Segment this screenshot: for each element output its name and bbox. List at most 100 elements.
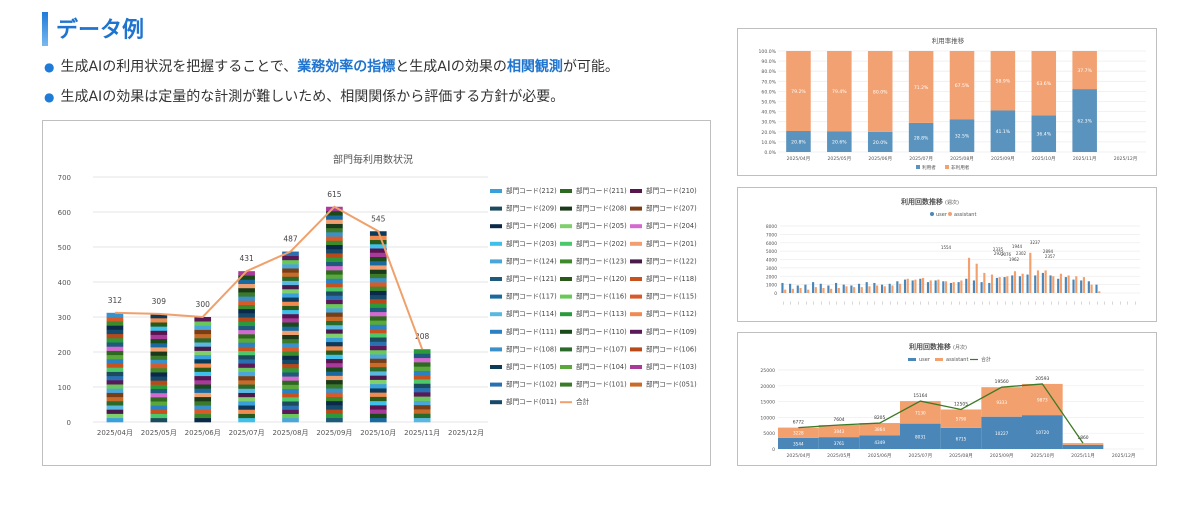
bar-segment — [106, 371, 124, 377]
bar-segment — [326, 274, 343, 279]
bar-segment — [106, 409, 124, 414]
legend-label: 部門コード(205) — [576, 221, 627, 230]
bar-segment — [282, 355, 299, 360]
bar-assistant — [1052, 276, 1055, 293]
bar-segment — [194, 354, 212, 360]
legend-swatch — [560, 365, 572, 369]
legend-label: 部門コード(102) — [506, 380, 557, 389]
legend-swatch — [490, 312, 502, 317]
bar-segment — [282, 343, 299, 348]
bar-segment — [238, 363, 255, 368]
bar-segment — [150, 397, 168, 402]
bar-assistant — [914, 279, 917, 293]
bar-segment — [150, 338, 168, 344]
total-label: 309 — [152, 297, 167, 306]
bar-segment — [194, 350, 212, 356]
title-accent-bar — [42, 12, 48, 46]
bar-segment — [194, 417, 212, 423]
legend-swatch — [560, 329, 572, 334]
bar-segment — [282, 272, 299, 277]
usage-rate-chart-panel: 利用率推移 0.0% 10.0% 20.0% 30.0% 40.0% 50.0% 60.0% 7… — [737, 28, 1157, 176]
bar-segment — [326, 295, 343, 300]
bar-segment — [238, 300, 255, 305]
dept-usage-chart-panel: 部門毎利用数状況 0 100 200 300 400 500 600 700 2025/04月 31… — [42, 120, 711, 466]
bar-segment — [238, 342, 255, 347]
x-tick-label: — — [896, 301, 900, 305]
y-tick-label: 30.0% — [761, 120, 776, 126]
bar-user — [903, 279, 907, 293]
y-tick-label: 500 — [58, 244, 71, 252]
bar-segment — [282, 334, 299, 340]
legend-label: 非利用者 — [951, 164, 970, 171]
bullet-1: ● 生成AIの利用状況を把握することで、業務効率の指標と生成AIの効果の相関観測が… — [44, 56, 619, 76]
bar-segment — [369, 371, 387, 376]
data-label: 2925 — [994, 251, 1005, 256]
bar-user — [796, 285, 799, 293]
bar-segment — [369, 316, 387, 321]
bar-segment — [282, 280, 299, 286]
bar-segment — [150, 384, 168, 390]
legend-swatch — [560, 206, 572, 211]
x-tick-label: — — [957, 301, 961, 305]
bar-segment — [106, 388, 124, 393]
bar-user — [949, 282, 953, 293]
bar-segment — [326, 219, 343, 224]
legend-swatch — [630, 189, 642, 193]
bar-segment — [369, 392, 387, 397]
legend-swatch — [560, 189, 572, 193]
bar-user — [789, 283, 792, 293]
bar-segment — [369, 239, 387, 245]
bar-segment — [194, 346, 212, 351]
legend-label: 合計 — [576, 397, 590, 406]
bar-segment — [413, 400, 431, 406]
x-tick-label: 2025/04月 — [97, 429, 133, 437]
data-label: 1962 — [1009, 257, 1020, 262]
bar-segment — [238, 375, 255, 381]
x-tick-label: — — [1126, 301, 1130, 305]
bar-segment — [369, 290, 387, 296]
bar-assistant — [791, 288, 794, 293]
data-label: 10720 — [1036, 430, 1050, 435]
legend-swatch — [630, 241, 642, 246]
y-tick-label: 60.0% — [761, 89, 776, 95]
bar-segment — [194, 413, 212, 419]
bar-segment — [106, 338, 124, 343]
bar-user — [1018, 276, 1021, 293]
bar-segment — [106, 375, 124, 381]
bar-segment — [282, 318, 299, 323]
x-tick-label: 2025/11月 — [404, 429, 440, 437]
bar-segment — [326, 316, 343, 322]
bar-segment — [369, 405, 387, 410]
x-tick-label: — — [1118, 301, 1122, 305]
x-tick-label: — — [857, 301, 861, 305]
bar-user — [1041, 272, 1044, 293]
legend-label: 部門コード(207) — [646, 204, 697, 213]
data-label: 58.9% — [996, 79, 1011, 85]
bullet2-text: 生成AIの効果は定量的な計測が難しいため、相関関係から評価する方針が必要。 — [60, 89, 565, 105]
bar-segment — [326, 299, 343, 305]
x-tick-label: — — [834, 301, 838, 305]
data-label: 71.2% — [914, 85, 929, 91]
legend-label: 部門コード(051) — [646, 380, 697, 389]
bar-segment — [194, 325, 212, 330]
legend-label: user — [936, 212, 948, 218]
bar-segment — [413, 370, 431, 376]
data-label: 3864 — [874, 427, 885, 432]
bar-segment — [106, 329, 124, 335]
bar-segment — [150, 355, 168, 360]
bar-segment — [282, 376, 299, 381]
x-tick-label: — — [1057, 301, 1061, 305]
bar-segment — [369, 354, 387, 359]
bar-segment — [238, 392, 255, 398]
bar-user — [1034, 275, 1037, 293]
bar-assistant — [990, 274, 994, 293]
bar-segment — [326, 350, 343, 355]
bar-segment — [238, 338, 255, 343]
legend-label: 部門コード(111) — [506, 327, 557, 336]
data-label: 2302 — [1016, 251, 1027, 256]
bar-segment — [282, 372, 299, 377]
legend-label: 部門コード(116) — [576, 292, 627, 301]
bar-segment — [150, 409, 168, 414]
bar-segment — [369, 417, 387, 423]
legend-label: 部門コード(118) — [646, 274, 697, 283]
